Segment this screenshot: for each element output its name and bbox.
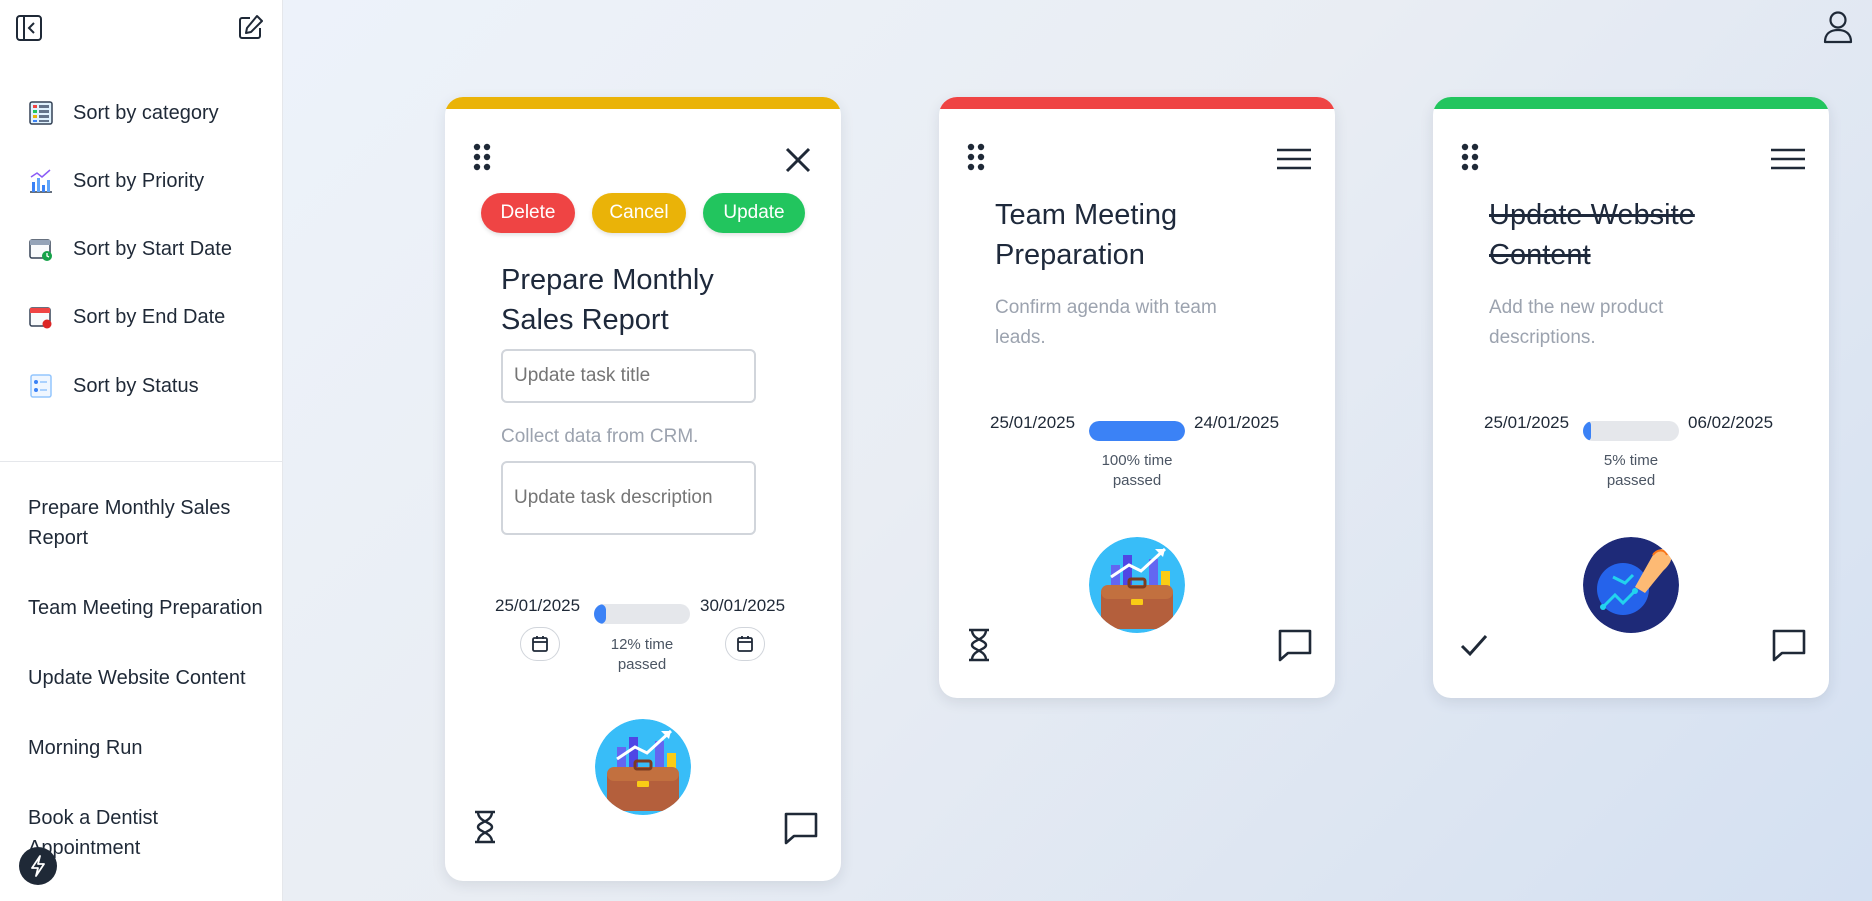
category-sort-icon [29, 101, 53, 125]
task-description-input[interactable] [501, 461, 756, 535]
hamburger-menu-icon[interactable] [1771, 147, 1805, 171]
end-date: 06/02/2025 [1688, 413, 1774, 432]
start-date: 25/01/2025 [495, 596, 581, 615]
sidebar-task-link[interactable]: Update Website Content [28, 663, 268, 693]
hourglass-icon[interactable] [471, 809, 499, 845]
user-profile-icon[interactable] [1822, 10, 1854, 44]
lightning-icon [31, 855, 45, 877]
sidebar-task-link[interactable]: Morning Run [28, 733, 268, 763]
end-date-sort-icon [29, 307, 52, 329]
hourglass-icon[interactable] [965, 627, 993, 663]
priority-sort-icon [30, 169, 52, 193]
sidebar-task-link[interactable]: Prepare Monthly Sales Report [28, 493, 268, 553]
delete-button[interactable]: Delete [481, 193, 575, 233]
time-progress-label: 100% time passed [1101, 452, 1173, 489]
sort-by-category-item[interactable]: Sort by category [28, 96, 219, 130]
time-progress-bar [1089, 421, 1185, 441]
sidebar-collapse-icon[interactable] [15, 14, 43, 42]
time-progress-label: 5% time passed [1603, 452, 1659, 489]
sort-by-start-date-item[interactable]: Sort by Start Date [28, 232, 232, 266]
sort-by-end-date-item[interactable]: Sort by End Date [28, 300, 225, 334]
task-card: Team Meeting Preparation Confirm agenda … [939, 97, 1335, 698]
sort-label: Sort by Status [73, 374, 199, 397]
end-date: 24/01/2025 [1194, 413, 1280, 432]
time-progress-fill [1583, 421, 1591, 441]
comment-icon[interactable] [1771, 628, 1807, 662]
card-accent-bar [445, 97, 841, 109]
task-description: Confirm agenda with team leads. [995, 297, 1217, 348]
sidebar-task-link[interactable]: Book a Dentist Appointment [28, 803, 268, 863]
start-date: 25/01/2025 [990, 413, 1076, 432]
close-icon[interactable] [783, 145, 813, 175]
calendar-icon [737, 636, 753, 652]
task-title-input[interactable] [501, 349, 756, 403]
sort-by-status-item[interactable]: Sort by Status [28, 369, 199, 403]
sidebar-divider [0, 461, 283, 462]
sort-label: Sort by Priority [73, 169, 205, 192]
card-accent-bar [1433, 97, 1829, 109]
comment-icon[interactable] [783, 811, 819, 845]
task-title[interactable]: Update Website Content [1489, 195, 1779, 275]
task-description: Collect data from CRM. [501, 426, 699, 447]
sidebar: Sort by category Sort by Priority Sort b… [0, 0, 283, 901]
sort-by-priority-item[interactable]: Sort by Priority [28, 164, 204, 198]
time-progress-fill [1089, 421, 1185, 441]
briefcase-chart-illustration [1089, 537, 1185, 633]
update-button[interactable]: Update [703, 193, 805, 233]
sort-label: Sort by End Date [73, 305, 226, 328]
cancel-button[interactable]: Cancel [592, 193, 686, 233]
start-date: 25/01/2025 [1484, 413, 1570, 432]
sort-label: Sort by Start Date [73, 237, 232, 260]
start-date-picker-button[interactable] [520, 627, 560, 661]
hand-circuit-illustration [1583, 537, 1679, 633]
new-task-icon[interactable] [237, 13, 265, 41]
start-date-sort-icon [29, 239, 52, 261]
hamburger-menu-icon[interactable] [1277, 147, 1311, 171]
time-progress-fill [594, 604, 606, 624]
drag-handle-icon[interactable] [967, 143, 985, 171]
task-title: Prepare Monthly Sales Report [501, 264, 714, 336]
task-description: Add the new product descriptions. [1489, 297, 1664, 348]
task-title[interactable]: Team Meeting Preparation [995, 195, 1285, 275]
time-progress-bar [1583, 421, 1679, 441]
sort-label: Sort by category [73, 101, 219, 124]
status-sort-icon [30, 374, 52, 398]
drag-handle-icon[interactable] [1461, 143, 1479, 171]
card-accent-bar [939, 97, 1335, 109]
time-progress-bar [594, 604, 690, 624]
task-card-editing: Delete Cancel Update Prepare Monthly Sal… [445, 97, 841, 881]
end-date-picker-button[interactable] [725, 627, 765, 661]
end-date: 30/01/2025 [700, 596, 786, 615]
quick-action-button[interactable] [19, 847, 57, 885]
briefcase-chart-illustration [595, 719, 691, 815]
sidebar-task-link[interactable]: Team Meeting Preparation [28, 593, 268, 623]
task-card-completed: Update Website Content Add the new produ… [1433, 97, 1829, 698]
checkmark-icon[interactable] [1459, 630, 1489, 660]
comment-icon[interactable] [1277, 628, 1313, 662]
calendar-icon [532, 636, 548, 652]
sidebar-header [0, 0, 283, 56]
time-progress-label: 12% time passed [610, 636, 674, 673]
drag-handle-icon[interactable] [473, 143, 491, 171]
